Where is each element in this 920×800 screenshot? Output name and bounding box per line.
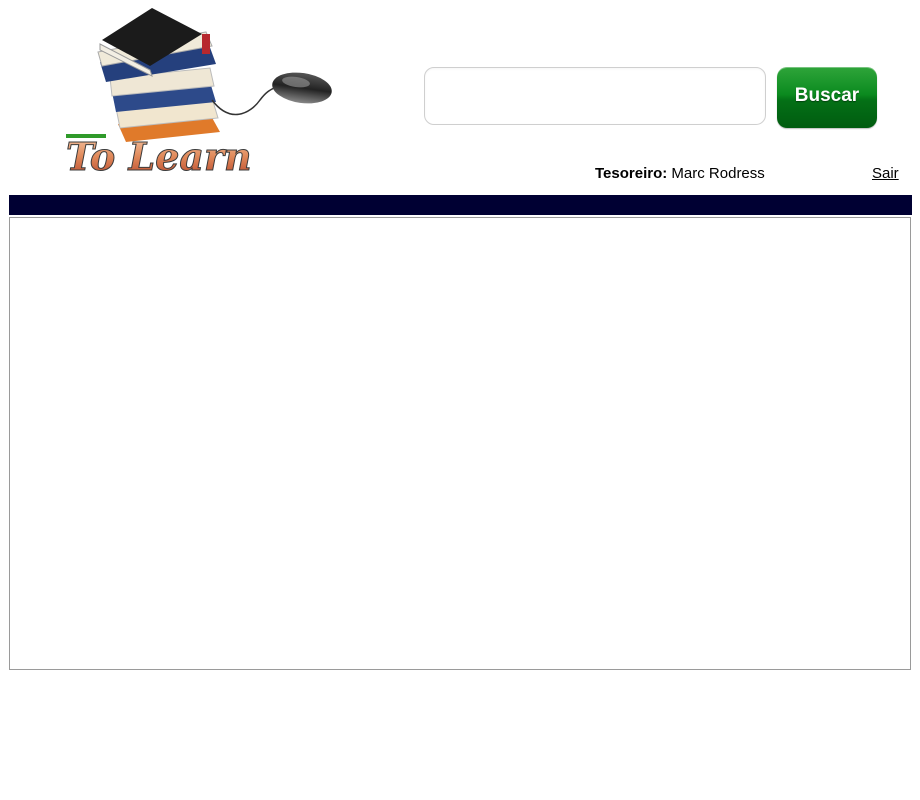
user-info: Tesoreiro: Marc Rodress [595,165,765,182]
books-and-mouse-icon: To Learn [66,8,332,180]
search-button[interactable]: Buscar [777,67,877,128]
nav-bar [9,195,912,215]
user-name: Marc Rodress [671,165,765,182]
main-content-panel [9,217,911,670]
logo-text: To Learn [66,134,252,179]
site-logo[interactable]: To Learn [60,4,340,180]
user-role-label: Tesoreiro: [595,165,668,182]
search-input[interactable] [424,67,766,125]
logout-link[interactable]: Sair [872,165,899,182]
